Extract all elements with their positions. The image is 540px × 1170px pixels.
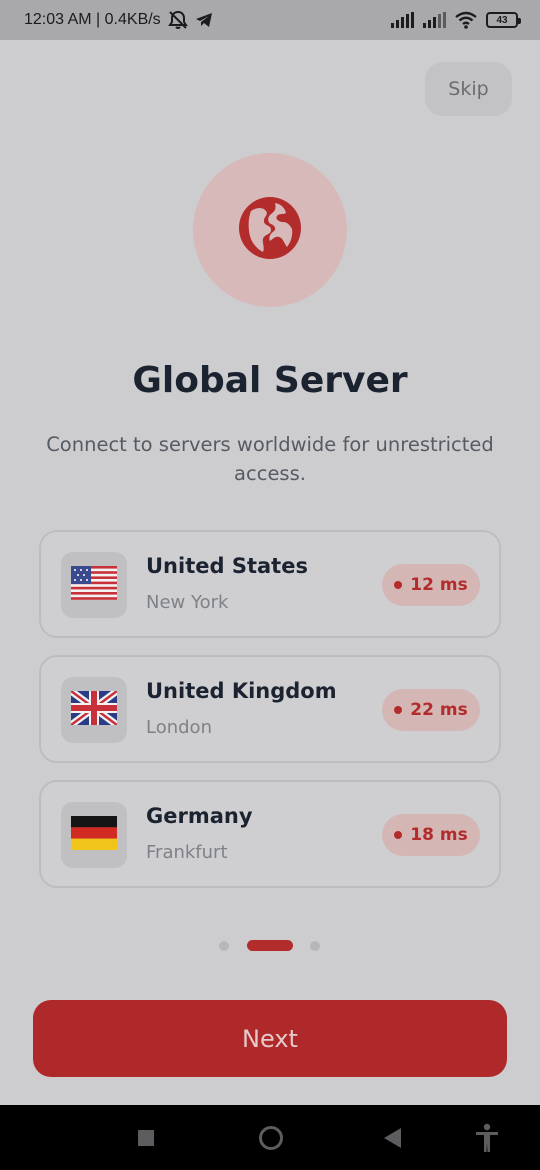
ping-badge: 22 ms <box>382 689 480 731</box>
muted-bell-icon <box>167 10 189 30</box>
signal-icon <box>390 12 414 28</box>
battery-icon: 43 <box>486 12 521 28</box>
page-dot-3[interactable] <box>310 941 320 951</box>
server-country: United States <box>146 554 308 578</box>
skip-button[interactable]: Skip <box>425 62 512 116</box>
page-subtitle: Connect to servers worldwide for unrestr… <box>46 433 494 485</box>
page-dot-1[interactable] <box>219 941 229 951</box>
onboarding-screen: 12:03 AM | 0.4KB/s 43 Skip Global Server… <box>0 0 540 1170</box>
page-dot-2-active[interactable] <box>247 940 293 951</box>
status-time-speed: 12:03 AM | 0.4KB/s <box>24 11 161 28</box>
ping-value: 18 ms <box>410 825 468 845</box>
recents-square-icon[interactable] <box>125 1105 167 1170</box>
server-card-united-states[interactable]: United States New York 12 ms <box>39 530 501 638</box>
ping-badge: 18 ms <box>382 814 480 856</box>
hero-circle <box>193 153 347 307</box>
server-city: Frankfurt <box>146 842 228 863</box>
system-nav-bar <box>0 1105 540 1170</box>
globe-icon <box>237 195 303 265</box>
ping-dot-icon <box>394 706 403 714</box>
accessibility-icon[interactable] <box>466 1105 508 1170</box>
ping-value: 12 ms <box>410 575 468 595</box>
page-indicator <box>0 940 540 952</box>
wifi-icon <box>454 11 478 29</box>
status-left: 12:03 AM | 0.4KB/s <box>24 10 213 30</box>
server-country: Germany <box>146 804 253 828</box>
status-right: 43 <box>390 11 521 29</box>
telegram-icon <box>195 12 213 28</box>
next-label: Next <box>242 1024 298 1053</box>
ping-dot-icon <box>394 831 403 839</box>
page-title: Global Server <box>132 360 408 401</box>
server-city: London <box>146 717 212 738</box>
signal-icon <box>422 12 446 28</box>
battery-level: 43 <box>496 14 508 26</box>
flag-container <box>61 552 127 618</box>
ping-value: 22 ms <box>410 700 468 720</box>
status-bar: 12:03 AM | 0.4KB/s 43 <box>0 0 540 40</box>
flag-container <box>61 802 127 868</box>
flag-container <box>61 677 127 743</box>
back-triangle-icon[interactable] <box>372 1105 414 1170</box>
next-button[interactable]: Next <box>33 1000 507 1077</box>
server-country: United Kingdom <box>146 679 337 703</box>
us-flag-icon <box>71 566 117 604</box>
uk-flag-icon <box>68 688 120 729</box>
server-card-germany[interactable]: Germany Frankfurt 18 ms <box>39 780 501 888</box>
home-circle-icon[interactable] <box>250 1105 292 1170</box>
skip-label: Skip <box>448 78 489 100</box>
ping-dot-icon <box>394 581 403 589</box>
germany-flag-icon <box>71 816 117 854</box>
server-card-united-kingdom[interactable]: United Kingdom London 22 ms <box>39 655 501 763</box>
server-city: New York <box>146 592 229 613</box>
ping-badge: 12 ms <box>382 564 480 606</box>
